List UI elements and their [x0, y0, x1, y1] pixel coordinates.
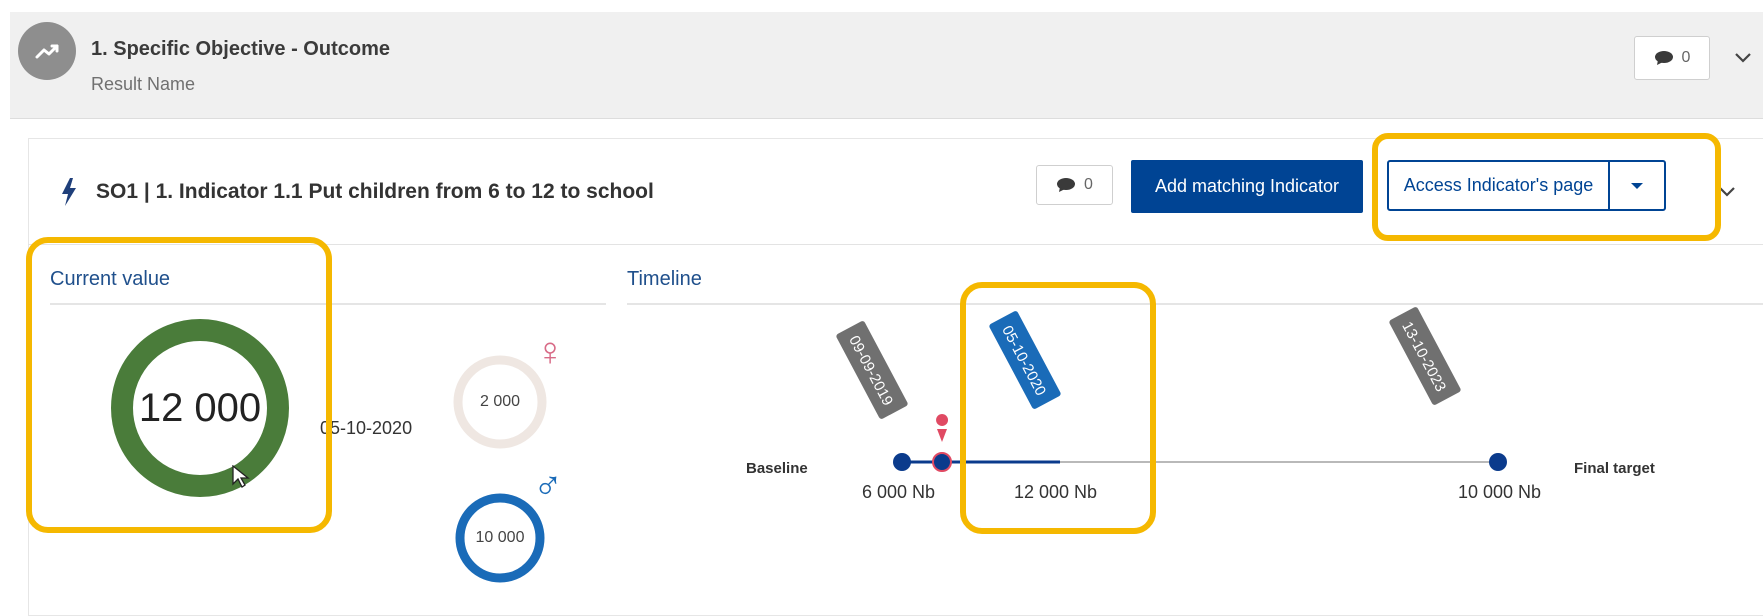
timeline-heading: Timeline: [627, 268, 702, 290]
mouse-cursor-icon: [232, 464, 250, 489]
trending-up-icon: [18, 22, 76, 80]
timeline-final-target-label: Final target: [1574, 460, 1655, 477]
timeline-tag-final: 13-10-2023: [1389, 307, 1461, 405]
comment-count: 0: [1681, 49, 1691, 66]
timeline-tag-baseline: 09-09-2019: [836, 321, 908, 419]
female-symbol-icon: ♀: [535, 330, 565, 374]
indicator-comment-button[interactable]: 0: [1036, 165, 1113, 205]
timeline-value: 10 000 Nb: [1458, 482, 1542, 502]
objective-subtitle: Result Name: [91, 74, 196, 94]
current-value-date: 05-10-2020: [320, 418, 413, 438]
comment-icon: [1057, 178, 1076, 192]
timeline-point-current[interactable]: [932, 452, 952, 472]
objective-header[interactable]: [10, 12, 1763, 119]
timeline-value: 6 000 Nb: [862, 482, 936, 502]
objective-title: 1. Specific Objective - Outcome: [91, 38, 390, 60]
highlight-box: [26, 237, 332, 533]
comment-icon: [1654, 51, 1673, 65]
add-matching-indicator-button[interactable]: Add matching Indicator: [1131, 160, 1363, 213]
map-pin-icon: [936, 414, 949, 442]
comment-count: 0: [1084, 176, 1093, 193]
male-symbol-icon: ♂: [533, 464, 563, 508]
lightning-bolt-icon: [60, 178, 78, 206]
chevron-down-icon[interactable]: [1730, 44, 1756, 70]
timeline-point-baseline[interactable]: [893, 453, 911, 471]
indicator-title: SO1 | 1. Indicator 1.1 Put children from…: [96, 180, 654, 203]
highlight-box: [1372, 133, 1721, 241]
timeline-chart: 09-09-2019 05-10-2020 13-10-2023: [836, 307, 1507, 472]
highlight-box: [960, 282, 1156, 534]
timeline-point-final[interactable]: [1489, 453, 1507, 471]
objective-comment-button[interactable]: 0: [1634, 36, 1710, 80]
timeline-baseline-label: Baseline: [746, 460, 808, 477]
